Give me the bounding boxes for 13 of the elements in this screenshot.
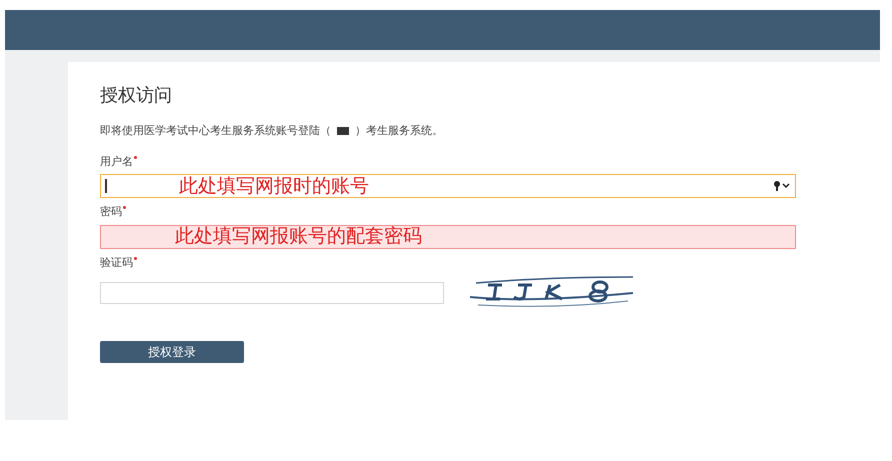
text-cursor-icon — [105, 179, 107, 193]
field-value: 此处填写网报账号的配套密码 — [175, 227, 422, 246]
field-label: 用户名 — [100, 154, 133, 170]
page-title: 授权访问 — [100, 84, 173, 108]
description-text: 即将使用医学考试中心考生服务系统账号登陆（ ）考生服务系统。 — [100, 123, 444, 139]
username-field[interactable]: 此处填写网报时的账号 — [100, 174, 796, 198]
authorize-login-button[interactable]: 授权登录 — [100, 341, 244, 363]
password-field[interactable]: 此处填写网报账号的配套密码 — [100, 224, 796, 248]
field-label: 密码 — [100, 204, 122, 220]
key-dropdown-icon[interactable] — [773, 180, 791, 192]
captcha-field[interactable] — [100, 282, 444, 304]
field-value: 此处填写网报时的账号 — [179, 176, 369, 196]
field-label: 验证码 — [100, 254, 133, 270]
